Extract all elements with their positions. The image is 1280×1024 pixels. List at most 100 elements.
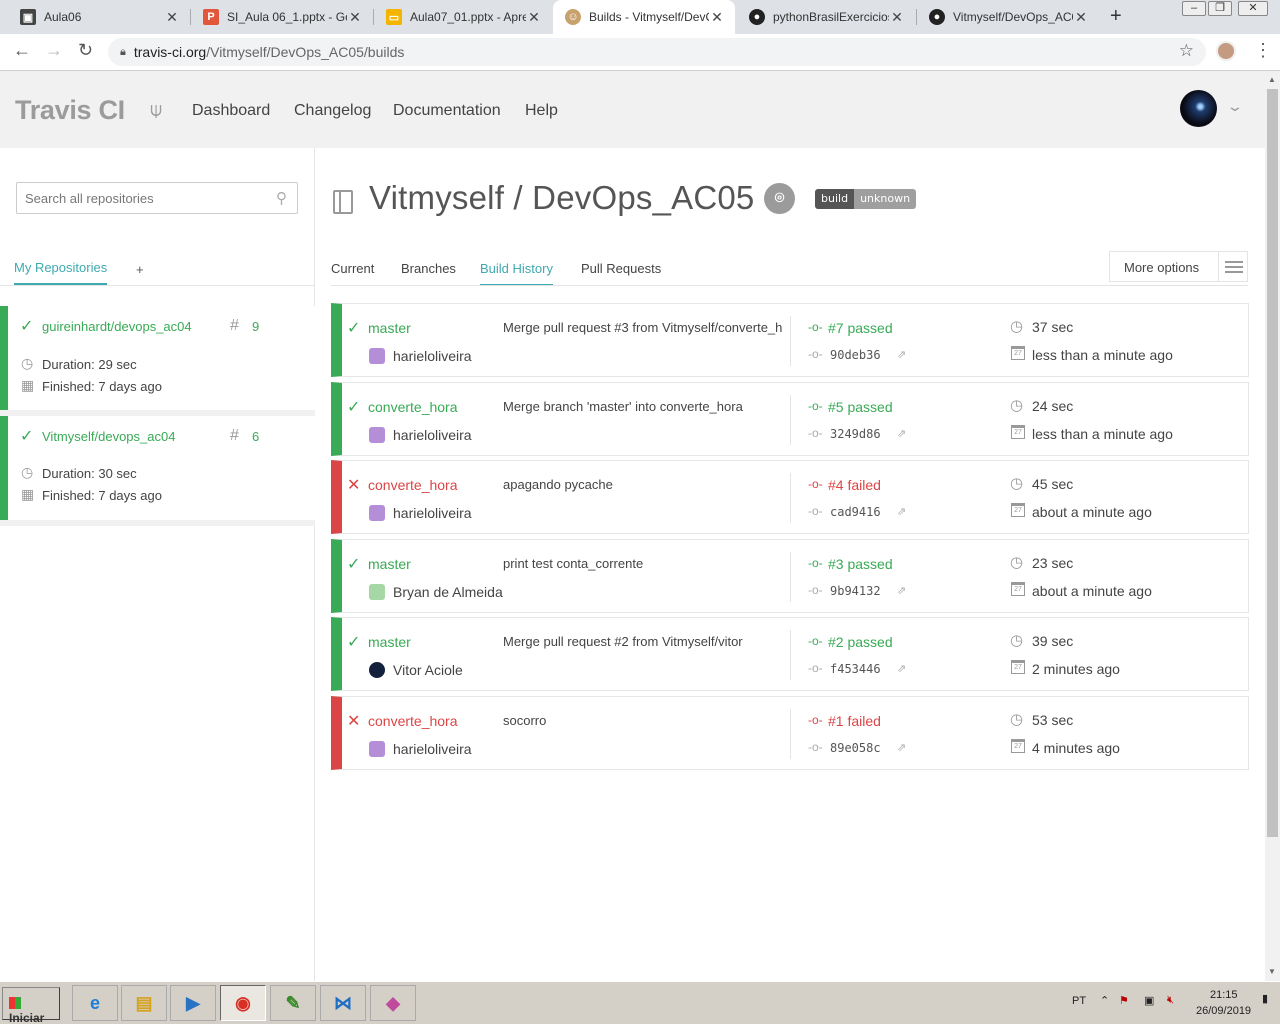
user-avatar[interactable]: [1180, 90, 1217, 127]
chrome-icon[interactable]: ◉: [220, 985, 266, 1021]
nav-help[interactable]: Help: [525, 102, 558, 120]
restore-icon[interactable]: ❐: [1208, 1, 1232, 16]
close-icon[interactable]: ✕: [709, 9, 725, 26]
build-branch[interactable]: converte_hora: [368, 399, 458, 415]
repo-build-number[interactable]: 6: [252, 429, 259, 444]
build-row[interactable]: ✓ converte_hora Merge branch 'master' into…: [331, 381, 1249, 456]
reload-icon[interactable]: ↻: [78, 40, 93, 61]
git-icon[interactable]: ◆: [370, 985, 416, 1021]
repo-build-number[interactable]: 9: [252, 319, 259, 334]
calendar-icon: ▦: [21, 486, 35, 502]
commit-sha[interactable]: cad9416: [830, 505, 881, 519]
tab-pull-requests[interactable]: Pull Requests: [581, 261, 661, 276]
close-icon[interactable]: ✕: [526, 9, 542, 26]
hamburger-icon[interactable]: [1218, 252, 1248, 281]
build-row[interactable]: ✓ master print test conta_corrente Bryan de…: [331, 538, 1249, 613]
profile-avatar[interactable]: [1216, 41, 1236, 61]
window-close-icon[interactable]: ✕: [1238, 1, 1268, 16]
browser-tab[interactable]: ▭ Aula07_01.pptx - Apres ✕: [374, 0, 552, 34]
external-link-icon[interactable]: ⇗: [897, 348, 906, 361]
nav-documentation[interactable]: Documentation: [393, 102, 501, 120]
tab-current[interactable]: Current: [331, 261, 374, 276]
close-icon[interactable]: ✕: [1073, 9, 1089, 26]
nav-changelog[interactable]: Changelog: [294, 102, 371, 120]
search-icon[interactable]: ⚲: [276, 189, 287, 207]
tab-my-repositories[interactable]: My Repositories: [14, 260, 108, 285]
sidebar-repo-item[interactable]: ✓ Vitmyself/devops_ac04 # 6 ◷ Duration: …: [0, 416, 315, 520]
network-icon[interactable]: ▣: [1144, 994, 1154, 1007]
browser-tab-active[interactable]: ☺ Builds - Vitmyself/DevOp ✕: [553, 0, 735, 34]
build-branch[interactable]: master: [368, 634, 411, 650]
commit-sha[interactable]: 90deb36: [830, 348, 881, 362]
notepad-plus-icon[interactable]: ✎: [270, 985, 316, 1021]
vscode-icon[interactable]: ⋈: [320, 985, 366, 1021]
add-repository-button[interactable]: +: [136, 262, 144, 277]
external-link-icon[interactable]: ⇗: [897, 505, 906, 518]
volume-muted-icon[interactable]: 🔇︎: [1167, 994, 1174, 1007]
tab-branches[interactable]: Branches: [401, 261, 456, 276]
commit-sha[interactable]: 89e058c: [830, 741, 881, 755]
more-options-button[interactable]: More options: [1109, 251, 1248, 282]
clock-date[interactable]: 26/09/2019: [1196, 1005, 1251, 1017]
media-player-icon[interactable]: ▶: [170, 985, 216, 1021]
folder-icon[interactable]: ▤: [121, 985, 167, 1021]
repo-name-link[interactable]: Vitmyself/devops_ac04: [42, 429, 175, 444]
build-number[interactable]: #5 passed: [828, 399, 893, 415]
close-icon[interactable]: ✕: [164, 9, 180, 26]
new-tab-icon[interactable]: +: [1110, 5, 1122, 28]
browser-tab[interactable]: ● pythonBrasilExercicios/0 ✕: [737, 0, 915, 34]
menu-dots-icon[interactable]: ⋮: [1254, 40, 1272, 61]
build-number[interactable]: #3 passed: [828, 556, 893, 572]
external-link-icon[interactable]: ⇗: [897, 662, 906, 675]
github-icon[interactable]: ⌾: [764, 183, 795, 214]
browser-tab[interactable]: ● Vitmyself/DevOps_AC05 ✕: [917, 0, 1099, 34]
browser-tab[interactable]: ▣ Aula06 ✕: [8, 0, 190, 34]
language-indicator[interactable]: PT: [1072, 995, 1086, 1007]
external-link-icon[interactable]: ⇗: [897, 741, 906, 754]
build-row[interactable]: ✕ converte_hora socorro harieloliveira -o- #1…: [331, 696, 1249, 770]
build-row[interactable]: ✕ converte_hora apagando pycache harieloliv…: [331, 460, 1249, 535]
travis-logo[interactable]: Travis CI: [15, 95, 125, 126]
build-number[interactable]: #4 failed: [828, 477, 881, 493]
security-alert-icon[interactable]: ⚑: [1119, 994, 1129, 1007]
build-branch[interactable]: converte_hora: [368, 477, 458, 493]
forward-icon[interactable]: →: [45, 40, 63, 61]
commit-sha[interactable]: 3249d86: [830, 427, 881, 441]
build-branch[interactable]: master: [368, 320, 411, 336]
minimize-icon[interactable]: –: [1182, 1, 1206, 16]
build-branch[interactable]: converte_hora: [368, 713, 458, 729]
external-link-icon[interactable]: ⇗: [897, 427, 906, 440]
bookmark-star-icon[interactable]: ☆: [1179, 41, 1194, 61]
tab-build-history[interactable]: Build History: [480, 261, 553, 286]
tray-expand-icon[interactable]: ⌃: [1100, 994, 1109, 1007]
scrollbar-thumb[interactable]: [1267, 89, 1278, 837]
chevron-down-icon[interactable]: ⌄: [1226, 98, 1244, 115]
broadcast-icon[interactable]: ⍦: [150, 99, 162, 122]
commit-sha[interactable]: 9b94132: [830, 584, 881, 598]
scroll-down-icon[interactable]: ▼: [1268, 967, 1276, 976]
sidebar-repo-item[interactable]: ✓ guireinhardt/devops_ac04 # 9 ◷ Duratio…: [0, 306, 315, 410]
browser-tab[interactable]: P SI_Aula 06_1.pptx - Goo ✕: [191, 0, 373, 34]
commit-sha[interactable]: f453446: [830, 662, 881, 676]
internet-explorer-icon[interactable]: e: [72, 985, 118, 1021]
scroll-up-icon[interactable]: ▲: [1268, 75, 1276, 84]
show-desktop-icon[interactable]: ▮: [1262, 992, 1268, 1005]
build-status-badge[interactable]: build unknown: [815, 189, 917, 209]
close-icon[interactable]: ✕: [347, 9, 363, 26]
build-number[interactable]: #7 passed: [828, 320, 893, 336]
clock-time[interactable]: 21:15: [1210, 989, 1238, 1001]
build-number[interactable]: #2 passed: [828, 634, 893, 650]
build-row[interactable]: ✓ master Merge pull request #3 from Vitmys…: [331, 303, 1249, 377]
url-field[interactable]: 🔒︎ travis-ci.org/Vitmyself/DevOps_AC05/b…: [108, 38, 1206, 66]
start-button[interactable]: Iniciar: [2, 987, 60, 1024]
page-scrollbar[interactable]: ▲ ▼: [1265, 71, 1280, 981]
external-link-icon[interactable]: ⇗: [897, 584, 906, 597]
repo-name-link[interactable]: guireinhardt/devops_ac04: [42, 319, 192, 334]
search-input[interactable]: Search all repositories ⚲: [16, 182, 298, 214]
build-number[interactable]: #1 failed: [828, 713, 881, 729]
build-row[interactable]: ✓ master Merge pull request #2 from Vitmys…: [331, 617, 1249, 692]
build-branch[interactable]: master: [368, 556, 411, 572]
close-icon[interactable]: ✕: [889, 9, 905, 26]
back-icon[interactable]: ←: [13, 40, 31, 61]
nav-dashboard[interactable]: Dashboard: [192, 102, 270, 120]
